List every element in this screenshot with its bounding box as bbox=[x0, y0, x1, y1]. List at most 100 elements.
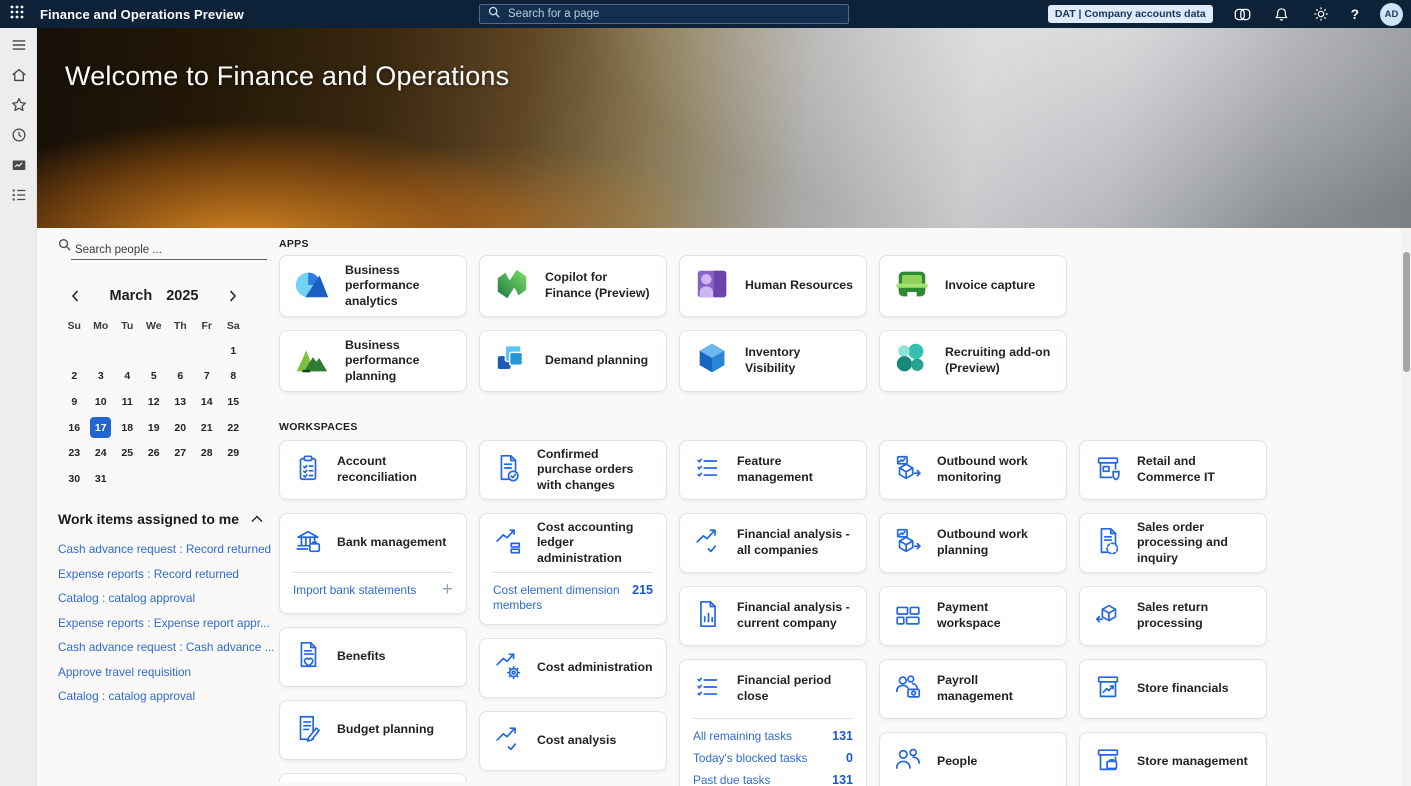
calendar-day-selected[interactable]: 17 bbox=[88, 415, 115, 441]
calendar-day[interactable]: 18 bbox=[114, 415, 141, 441]
app-tile-invoice-capture[interactable]: Invoice capture bbox=[879, 255, 1067, 317]
calendar-day[interactable]: 1 bbox=[220, 338, 247, 364]
calendar-day[interactable]: 28 bbox=[194, 440, 221, 466]
calendar-day[interactable]: 19 bbox=[141, 415, 168, 441]
work-item-link[interactable]: Catalog : catalog approval bbox=[58, 689, 195, 703]
workspace-tile-cost-analysis[interactable]: Cost analysis bbox=[479, 711, 667, 771]
workspace-tile-partial[interactable] bbox=[279, 773, 467, 782]
calendar-prev-icon[interactable] bbox=[67, 288, 83, 304]
vertical-scrollbar-thumb[interactable] bbox=[1403, 252, 1410, 372]
calendar-day[interactable]: 6 bbox=[167, 364, 194, 390]
nav-workspaces-button[interactable] bbox=[0, 152, 37, 182]
calendar-day[interactable]: 27 bbox=[167, 440, 194, 466]
calendar-day[interactable]: 13 bbox=[167, 389, 194, 415]
tile-link[interactable]: Cost element dimension members bbox=[493, 583, 624, 613]
avatar[interactable]: AD bbox=[1380, 3, 1403, 26]
calendar-day[interactable]: 30 bbox=[61, 466, 88, 492]
calendar-day[interactable]: 9 bbox=[61, 389, 88, 415]
calendar-day[interactable]: 3 bbox=[88, 364, 115, 390]
calendar-day[interactable]: 21 bbox=[194, 415, 221, 441]
work-item-link[interactable]: Cash advance request : Cash advance ... bbox=[58, 640, 274, 654]
calendar-day[interactable]: 25 bbox=[114, 440, 141, 466]
page-search-input[interactable] bbox=[506, 7, 810, 21]
app-tile-business-performance-planning[interactable]: Business performance planning bbox=[279, 330, 467, 392]
workspace-tile-outbound-work-monitoring[interactable]: Outbound work monitoring bbox=[879, 440, 1067, 500]
workspace-tile-financial-analysis-all-companies[interactable]: Financial analysis - all companies bbox=[679, 513, 867, 573]
calendar-day[interactable]: 8 bbox=[220, 364, 247, 390]
workspace-tile-confirmed-purchase-orders-with-changes[interactable]: Confirmed purchase orders with changes bbox=[479, 440, 667, 500]
workspace-tile-store-financials[interactable]: Store financials bbox=[1079, 659, 1267, 719]
nav-menu-button[interactable] bbox=[0, 32, 37, 62]
tile-link[interactable]: All remaining tasks bbox=[693, 729, 792, 744]
people-search-box[interactable] bbox=[58, 238, 267, 260]
work-item-link[interactable]: Catalog : catalog approval bbox=[58, 591, 195, 605]
workspace-tile-payment-workspace[interactable]: Payment workspace bbox=[879, 586, 1067, 646]
calendar-day[interactable]: 24 bbox=[88, 440, 115, 466]
workspace-tile-cost-administration[interactable]: Cost administration bbox=[479, 638, 667, 698]
tile-count[interactable]: 215 bbox=[632, 583, 653, 597]
work-item-link[interactable]: Cash advance request : Record returned bbox=[58, 542, 271, 556]
tile-link[interactable]: Today's blocked tasks bbox=[693, 751, 807, 766]
nav-modules-button[interactable] bbox=[0, 182, 37, 212]
page-search-box[interactable] bbox=[479, 4, 849, 24]
tile-count[interactable]: 0 bbox=[846, 751, 853, 765]
app-tile-copilot-for-finance-preview[interactable]: Copilot for Finance (Preview) bbox=[479, 255, 667, 317]
calendar-day[interactable]: 22 bbox=[220, 415, 247, 441]
app-tile-human-resources[interactable]: Human Resources bbox=[679, 255, 867, 317]
calendar-next-icon[interactable] bbox=[225, 288, 241, 304]
calendar-day[interactable]: 29 bbox=[220, 440, 247, 466]
work-item-link[interactable]: Expense reports : Expense report appr... bbox=[58, 616, 270, 630]
calendar-day[interactable]: 14 bbox=[194, 389, 221, 415]
help-icon[interactable]: ? bbox=[1351, 7, 1359, 22]
workspace-tile-payroll-management[interactable]: Payroll management bbox=[879, 659, 1067, 719]
app-tile-business-performance-analytics[interactable]: Business performance analytics bbox=[279, 255, 467, 317]
add-icon[interactable]: + bbox=[442, 583, 453, 597]
workspace-tile-cost-accounting-ledger-administration[interactable]: Cost accounting ledger administrationCos… bbox=[479, 513, 667, 625]
tile-link[interactable]: Past due tasks bbox=[693, 773, 770, 786]
calendar-day[interactable]: 4 bbox=[114, 364, 141, 390]
workspace-tile-financial-period-close[interactable]: Financial period closeAll remaining task… bbox=[679, 659, 867, 786]
workspace-tile-financial-analysis-current-company[interactable]: Financial analysis - current company bbox=[679, 586, 867, 646]
people-search-input[interactable] bbox=[71, 242, 267, 260]
workspace-tile-store-management[interactable]: Store management bbox=[1079, 732, 1267, 786]
workspace-tile-budget-planning[interactable]: Budget planning bbox=[279, 700, 467, 760]
calendar-day[interactable]: 16 bbox=[61, 415, 88, 441]
tile-link[interactable]: Import bank statements bbox=[293, 583, 416, 598]
app-tile-recruiting-add-on-preview[interactable]: Recruiting add-on (Preview) bbox=[879, 330, 1067, 392]
app-launcher-button[interactable] bbox=[0, 0, 34, 28]
workspace-tile-bank-management[interactable]: Bank managementImport bank statements+ bbox=[279, 513, 467, 614]
environment-badge[interactable]: DAT | Company accounts data bbox=[1048, 5, 1213, 23]
workspace-tile-account-reconciliation[interactable]: Account reconciliation bbox=[279, 440, 467, 500]
calendar-day[interactable]: 5 bbox=[141, 364, 168, 390]
workspace-tile-sales-order-processing-and-inquiry[interactable]: Sales order processing and inquiry bbox=[1079, 513, 1267, 573]
app-tile-demand-planning[interactable]: Demand planning bbox=[479, 330, 667, 392]
tile-count[interactable]: 131 bbox=[832, 729, 853, 743]
chevron-up-icon[interactable] bbox=[251, 510, 263, 528]
app-tile-inventory-visibility[interactable]: Inventory Visibility bbox=[679, 330, 867, 392]
workspace-tile-people[interactable]: People bbox=[879, 732, 1067, 786]
calendar-day[interactable]: 7 bbox=[194, 364, 221, 390]
nav-favorites-button[interactable] bbox=[0, 92, 37, 122]
calendar-day[interactable]: 31 bbox=[88, 466, 115, 492]
calendar-day[interactable]: 20 bbox=[167, 415, 194, 441]
calendar-day[interactable]: 26 bbox=[141, 440, 168, 466]
workspace-tile-outbound-work-planning[interactable]: Outbound work planning bbox=[879, 513, 1067, 573]
nav-home-button[interactable] bbox=[0, 62, 37, 92]
calendar-day[interactable]: 11 bbox=[114, 389, 141, 415]
gear-icon[interactable] bbox=[1312, 5, 1330, 23]
bell-icon[interactable] bbox=[1273, 5, 1291, 23]
vertical-scrollbar-track[interactable] bbox=[1401, 228, 1411, 786]
workspace-tile-benefits[interactable]: Benefits bbox=[279, 627, 467, 687]
workspace-tile-sales-return-processing[interactable]: Sales return processing bbox=[1079, 586, 1267, 646]
calendar-day[interactable]: 12 bbox=[141, 389, 168, 415]
copilot-icon[interactable] bbox=[1234, 5, 1252, 23]
workspace-tile-feature-management[interactable]: Feature management bbox=[679, 440, 867, 500]
work-item-link[interactable]: Expense reports : Record returned bbox=[58, 567, 239, 581]
calendar-day[interactable]: 10 bbox=[88, 389, 115, 415]
nav-recent-button[interactable] bbox=[0, 122, 37, 152]
workspace-tile-retail-and-commerce-it[interactable]: Retail and Commerce IT bbox=[1079, 440, 1267, 500]
calendar-day[interactable]: 2 bbox=[61, 364, 88, 390]
calendar-day[interactable]: 15 bbox=[220, 389, 247, 415]
calendar-day[interactable]: 23 bbox=[61, 440, 88, 466]
tile-count[interactable]: 131 bbox=[832, 773, 853, 786]
